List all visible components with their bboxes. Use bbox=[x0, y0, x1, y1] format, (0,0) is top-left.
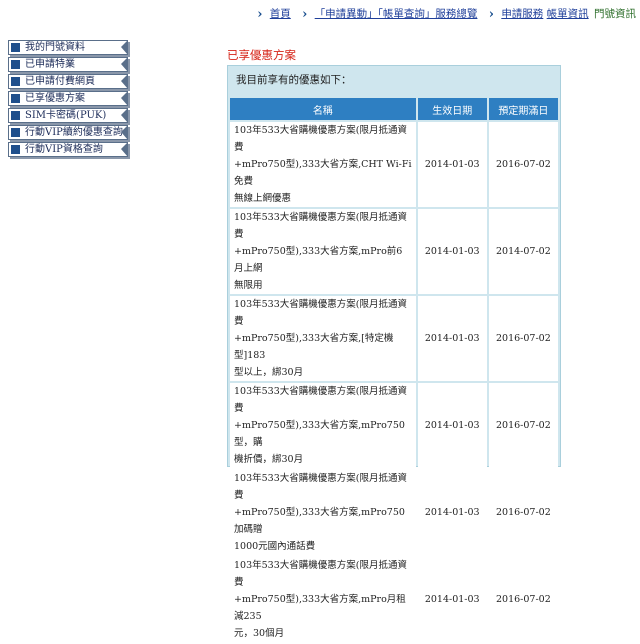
sidebar-item-my-number[interactable]: 我的門號資料 bbox=[8, 40, 128, 55]
plan-name-line: 103年533大省購機優惠方案(限月抵通資費 bbox=[234, 125, 407, 153]
table-row: 103年533大省購機優惠方案(限月抵通資費 +mPro750型),333大省方… bbox=[230, 557, 558, 642]
sidebar-item-label: 已申請特業 bbox=[25, 59, 75, 70]
sidebar-item-applied-features[interactable]: 已申請特業 bbox=[8, 57, 128, 72]
plan-name-line: 103年533大省購機優惠方案(限月抵通資費 bbox=[234, 299, 407, 327]
breadcrumb-account-info-link[interactable]: 帳單資訊 bbox=[547, 8, 589, 20]
plan-start-date: 2014-01-03 bbox=[417, 557, 487, 642]
plan-name-line: +mPro750型),333大省方案,mPro750型，購 bbox=[234, 420, 405, 448]
plan-end-date: 2016-07-02 bbox=[488, 296, 558, 381]
plan-name-line: 103年533大省購機優惠方案(限月抵通資費 bbox=[234, 212, 407, 240]
table-row: 103年533大省購機優惠方案(限月抵通資費 +mPro750型),333大省方… bbox=[230, 122, 558, 207]
plan-name-line: +mPro750型),333大省方案,mPro750加碼贈 bbox=[234, 507, 405, 535]
plan-name-line: 103年533大省購機優惠方案(限月抵通資費 bbox=[234, 473, 407, 501]
discount-plans-table: 名稱 生效日期 預定期滿日 103年533大省購機優惠方案(限月抵通資費 +mP… bbox=[228, 96, 560, 644]
bullet-square-icon bbox=[11, 111, 20, 120]
plan-start-date: 2014-01-03 bbox=[417, 470, 487, 555]
table-row: 103年533大省購機優惠方案(限月抵通資費 +mPro750型),333大省方… bbox=[230, 383, 558, 468]
plan-name: 103年533大省購機優惠方案(限月抵通資費 +mPro750型),333大省方… bbox=[230, 122, 416, 207]
table-row: 103年533大省購機優惠方案(限月抵通資費 +mPro750型),333大省方… bbox=[230, 209, 558, 294]
chevron-right-icon: › bbox=[257, 7, 263, 22]
column-header-end-date: 預定期滿日 bbox=[488, 98, 558, 120]
plan-start-date: 2014-01-03 bbox=[417, 296, 487, 381]
plan-name: 103年533大省購機優惠方案(限月抵通資費 +mPro750型),333大省方… bbox=[230, 296, 416, 381]
plan-name-line: 元，30個月 bbox=[234, 628, 285, 639]
chevron-right-icon: › bbox=[302, 7, 308, 22]
bullet-square-icon bbox=[11, 128, 20, 137]
plan-name-line: +mPro750型),333大省方案,mPro前6月上網 bbox=[234, 246, 403, 274]
page-title: 已享優惠方案 bbox=[227, 48, 296, 62]
plan-name: 103年533大省購機優惠方案(限月抵通資費 +mPro750型),333大省方… bbox=[230, 209, 416, 294]
column-header-name: 名稱 bbox=[230, 98, 416, 120]
table-row: 103年533大省購機優惠方案(限月抵通資費 +mPro750型),333大省方… bbox=[230, 470, 558, 555]
chevron-right-icon: › bbox=[488, 7, 494, 22]
plan-name: 103年533大省購機優惠方案(限月抵通資費 +mPro750型),333大省方… bbox=[230, 557, 416, 642]
plan-start-date: 2014-01-03 bbox=[417, 122, 487, 207]
sidebar-item-vip-eligibility[interactable]: 行動VIP資格查詢 bbox=[8, 142, 128, 157]
breadcrumb-service-link[interactable]: 申請服務 bbox=[501, 8, 543, 20]
plan-start-date: 2014-01-03 bbox=[417, 209, 487, 294]
sidebar-item-sim-puk[interactable]: SIM卡密碼(PUK) bbox=[8, 108, 128, 123]
plan-end-date: 2016-07-02 bbox=[488, 383, 558, 468]
plan-name: 103年533大省購機優惠方案(限月抵通資費 +mPro750型),333大省方… bbox=[230, 383, 416, 468]
sidebar-item-label: 已享優惠方案 bbox=[25, 93, 85, 104]
table-header-row: 名稱 生效日期 預定期滿日 bbox=[230, 98, 558, 120]
intro-text: 我目前享有的優惠如下： bbox=[236, 74, 352, 86]
breadcrumb: › 首頁 › 「申請異動」「帳單查詢」服務總覽 › 申請服務 帳單資訊 門號資訊 bbox=[0, 6, 636, 22]
column-header-start-date: 生效日期 bbox=[417, 98, 487, 120]
plan-start-date: 2014-01-03 bbox=[417, 383, 487, 468]
plan-name-line: +mPro750型),333大省方案,CHT Wi-Fi免費 bbox=[234, 159, 412, 187]
discount-plans-panel: 我目前享有的優惠如下： 名稱 生效日期 預定期滿日 103年533大省購機優惠方… bbox=[227, 65, 561, 642]
breadcrumb-home-link[interactable]: 首頁 bbox=[270, 8, 291, 20]
bullet-square-icon bbox=[11, 77, 20, 86]
bullet-square-icon bbox=[11, 94, 20, 103]
plan-name-line: +mPro750型),333大省方案,mPro月租減235 bbox=[234, 594, 406, 622]
bullet-square-icon bbox=[11, 43, 20, 52]
sidebar-item-label: SIM卡密碼(PUK) bbox=[25, 110, 107, 121]
plan-name-line: 無限用 bbox=[234, 280, 263, 291]
plan-name: 103年533大省購機優惠方案(限月抵通資費 +mPro750型),333大省方… bbox=[230, 470, 416, 555]
plan-name-line: 103年533大省購機優惠方案(限月抵通資費 bbox=[234, 560, 407, 588]
sidebar-menu: 我的門號資料 已申請特業 已申請付費網頁 已享優惠方案 SIM卡密碼(PUK) … bbox=[8, 40, 128, 159]
table-row: 103年533大省購機優惠方案(限月抵通資費 +mPro750型),333大省方… bbox=[230, 296, 558, 381]
sidebar-item-label: 已申請付費網頁 bbox=[25, 76, 95, 87]
breadcrumb-current: 門號資訊 bbox=[594, 8, 636, 20]
sidebar-item-label: 行動VIP續約優惠查詢 bbox=[25, 127, 123, 138]
plan-end-date: 2016-07-02 bbox=[488, 122, 558, 207]
plan-name-line: 型以上，綁30月 bbox=[234, 367, 304, 378]
sidebar-item-label: 行動VIP資格查詢 bbox=[25, 144, 103, 155]
plan-end-date: 2014-07-02 bbox=[488, 209, 558, 294]
bullet-square-icon bbox=[11, 60, 20, 69]
sidebar-item-discount-plans[interactable]: 已享優惠方案 bbox=[8, 91, 128, 106]
plan-name-line: 無線上網優惠 bbox=[234, 193, 292, 204]
plan-end-date: 2016-07-02 bbox=[488, 557, 558, 642]
sidebar-item-vip-renewal[interactable]: 行動VIP續約優惠查詢 bbox=[8, 125, 128, 140]
breadcrumb-apply-service-link[interactable]: 「申請異動」「帳單查詢」服務總覽 bbox=[315, 8, 478, 20]
sidebar-item-label: 我的門號資料 bbox=[25, 42, 85, 53]
plan-name-line: 1000元國內通話費 bbox=[234, 541, 316, 552]
plan-name-line: +mPro750型),333大省方案,[特定機型]183 bbox=[234, 333, 394, 361]
sidebar-item-paid-webpages[interactable]: 已申請付費網頁 bbox=[8, 74, 128, 89]
plan-end-date: 2016-07-02 bbox=[488, 470, 558, 555]
plan-name-line: 103年533大省購機優惠方案(限月抵通資費 bbox=[234, 386, 407, 414]
bullet-square-icon bbox=[11, 145, 20, 154]
